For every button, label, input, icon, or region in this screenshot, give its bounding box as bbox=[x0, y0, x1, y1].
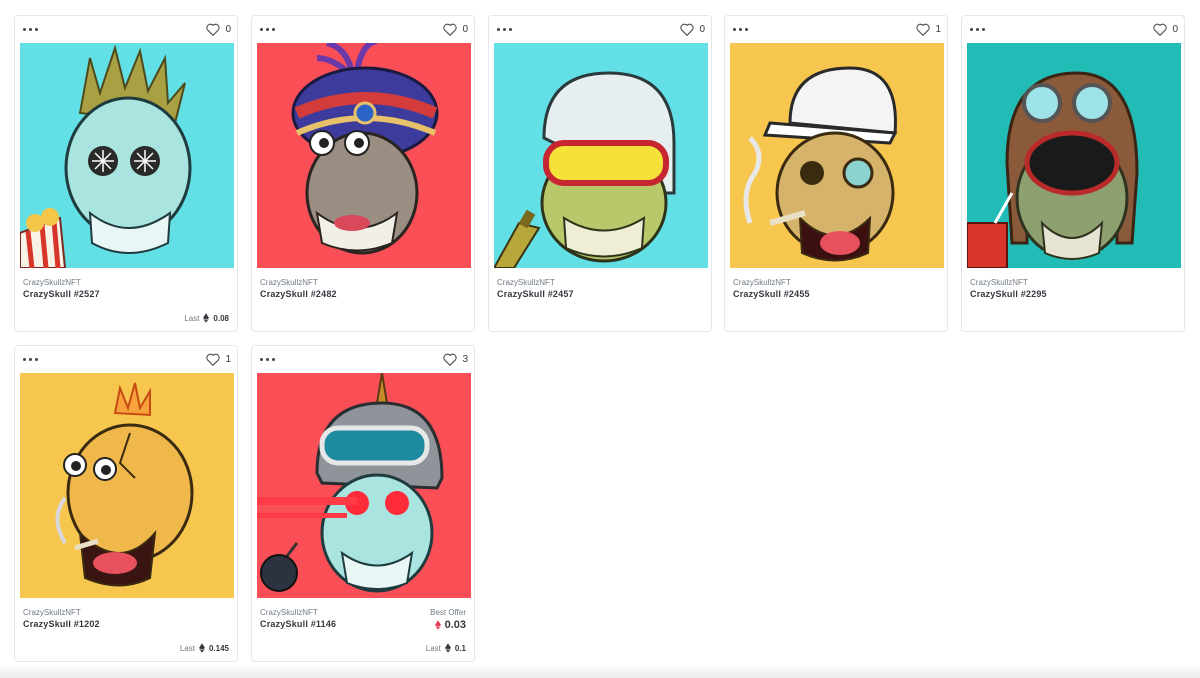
asset-card[interactable]: 0 CrazySkullzNFT CrazySkull #2295 bbox=[961, 15, 1185, 332]
more-options-icon[interactable] bbox=[23, 355, 39, 363]
best-offer-price: 0.03 bbox=[444, 619, 466, 631]
best-offer-label: Best Offer bbox=[430, 608, 466, 617]
collection-name[interactable]: CrazySkullzNFT bbox=[23, 278, 81, 287]
asset-name[interactable]: CrazySkull #2527 bbox=[23, 289, 100, 299]
asset-name[interactable]: CrazySkull #1146 bbox=[260, 619, 336, 629]
favorite-count: 3 bbox=[462, 353, 468, 365]
asset-card[interactable]: 1 CrazySkullzNFT CrazySkull #1202 Last 0… bbox=[14, 345, 238, 662]
card-header: 0 bbox=[15, 16, 237, 43]
more-options-icon[interactable] bbox=[260, 25, 276, 33]
collection-name[interactable]: CrazySkullzNFT bbox=[260, 278, 318, 287]
heart-icon bbox=[443, 353, 458, 366]
page-bottom-edge bbox=[0, 664, 1200, 678]
favorite-count: 0 bbox=[1172, 23, 1178, 35]
last-sale-label: Last bbox=[179, 643, 195, 653]
favorite-count: 1 bbox=[935, 23, 941, 35]
eth-icon bbox=[444, 643, 451, 653]
card-header: 1 bbox=[15, 346, 237, 373]
more-options-icon[interactable] bbox=[733, 25, 749, 33]
asset-card[interactable]: 0 CrazySkullzNFT CrazySkull #2482 bbox=[251, 15, 475, 332]
nft-image[interactable] bbox=[967, 43, 1181, 268]
asset-name[interactable]: CrazySkull #2455 bbox=[733, 289, 810, 299]
favorite-button[interactable]: 0 bbox=[680, 21, 705, 37]
asset-card[interactable]: 1 CrazySkullzNFT CrazySkull #2455 bbox=[724, 15, 948, 332]
last-sale: Last 0.145 bbox=[180, 643, 229, 653]
nft-image[interactable] bbox=[494, 43, 708, 268]
collection-name[interactable]: CrazySkullzNFT bbox=[497, 278, 555, 287]
nft-image[interactable] bbox=[730, 43, 944, 268]
asset-card[interactable]: 3 CrazySkullzNFT CrazySkull #1146 Best O… bbox=[251, 345, 475, 662]
favorite-button[interactable]: 1 bbox=[206, 351, 231, 367]
asset-name[interactable]: CrazySkull #1202 bbox=[23, 619, 100, 629]
asset-card[interactable]: 0 CrazySkullzNFT CrazySkull #2527 Last 0… bbox=[14, 15, 238, 332]
heart-icon bbox=[916, 23, 931, 36]
favorite-count: 0 bbox=[462, 23, 468, 35]
more-options-icon[interactable] bbox=[23, 25, 39, 33]
more-options-icon[interactable] bbox=[260, 355, 276, 363]
last-sale: Last 0.08 bbox=[184, 313, 229, 323]
card-header: 0 bbox=[252, 16, 474, 43]
asset-name[interactable]: CrazySkull #2295 bbox=[970, 289, 1047, 299]
asset-name[interactable]: CrazySkull #2457 bbox=[497, 289, 574, 299]
favorite-count: 0 bbox=[225, 23, 231, 35]
last-sale: Last 0.1 bbox=[426, 643, 466, 653]
favorite-button[interactable]: 3 bbox=[443, 351, 468, 367]
nft-image[interactable] bbox=[257, 373, 471, 598]
asset-grid: 0 CrazySkullzNFT CrazySkull #2527 Last 0… bbox=[0, 0, 1200, 678]
asset-card[interactable]: 0 CrazySkullzNFT CrazySkull #2457 bbox=[488, 15, 712, 332]
card-header: 0 bbox=[489, 16, 711, 43]
card-header: 1 bbox=[725, 16, 947, 43]
heart-icon bbox=[1153, 23, 1168, 36]
more-options-icon[interactable] bbox=[970, 25, 986, 33]
last-sale-price: 0.08 bbox=[213, 313, 229, 323]
heart-icon bbox=[206, 23, 221, 36]
best-offer: 0.03 bbox=[434, 619, 466, 631]
nft-image[interactable] bbox=[20, 373, 234, 598]
favorite-count: 1 bbox=[225, 353, 231, 365]
last-sale-label: Last bbox=[184, 313, 200, 323]
collection-name[interactable]: CrazySkullzNFT bbox=[23, 608, 81, 617]
nft-image[interactable] bbox=[20, 43, 234, 268]
asset-name[interactable]: CrazySkull #2482 bbox=[260, 289, 337, 299]
last-sale-label: Last bbox=[425, 643, 441, 653]
collection-name[interactable]: CrazySkullzNFT bbox=[733, 278, 791, 287]
card-header: 0 bbox=[962, 16, 1184, 43]
last-sale-price: 0.145 bbox=[208, 643, 229, 653]
favorite-button[interactable]: 0 bbox=[206, 21, 231, 37]
collection-name[interactable]: CrazySkullzNFT bbox=[970, 278, 1028, 287]
eth-icon bbox=[198, 643, 205, 653]
eth-icon bbox=[434, 620, 441, 630]
card-header: 3 bbox=[252, 346, 474, 373]
collection-name[interactable]: CrazySkullzNFT bbox=[260, 608, 318, 617]
nft-image[interactable] bbox=[257, 43, 471, 268]
last-sale-price: 0.1 bbox=[454, 643, 466, 653]
heart-icon bbox=[443, 23, 458, 36]
eth-icon bbox=[203, 313, 210, 323]
favorite-button[interactable]: 0 bbox=[1153, 21, 1178, 37]
favorite-count: 0 bbox=[699, 23, 705, 35]
favorite-button[interactable]: 0 bbox=[443, 21, 468, 37]
heart-icon bbox=[206, 353, 221, 366]
heart-icon bbox=[680, 23, 695, 36]
more-options-icon[interactable] bbox=[497, 25, 513, 33]
favorite-button[interactable]: 1 bbox=[916, 21, 941, 37]
